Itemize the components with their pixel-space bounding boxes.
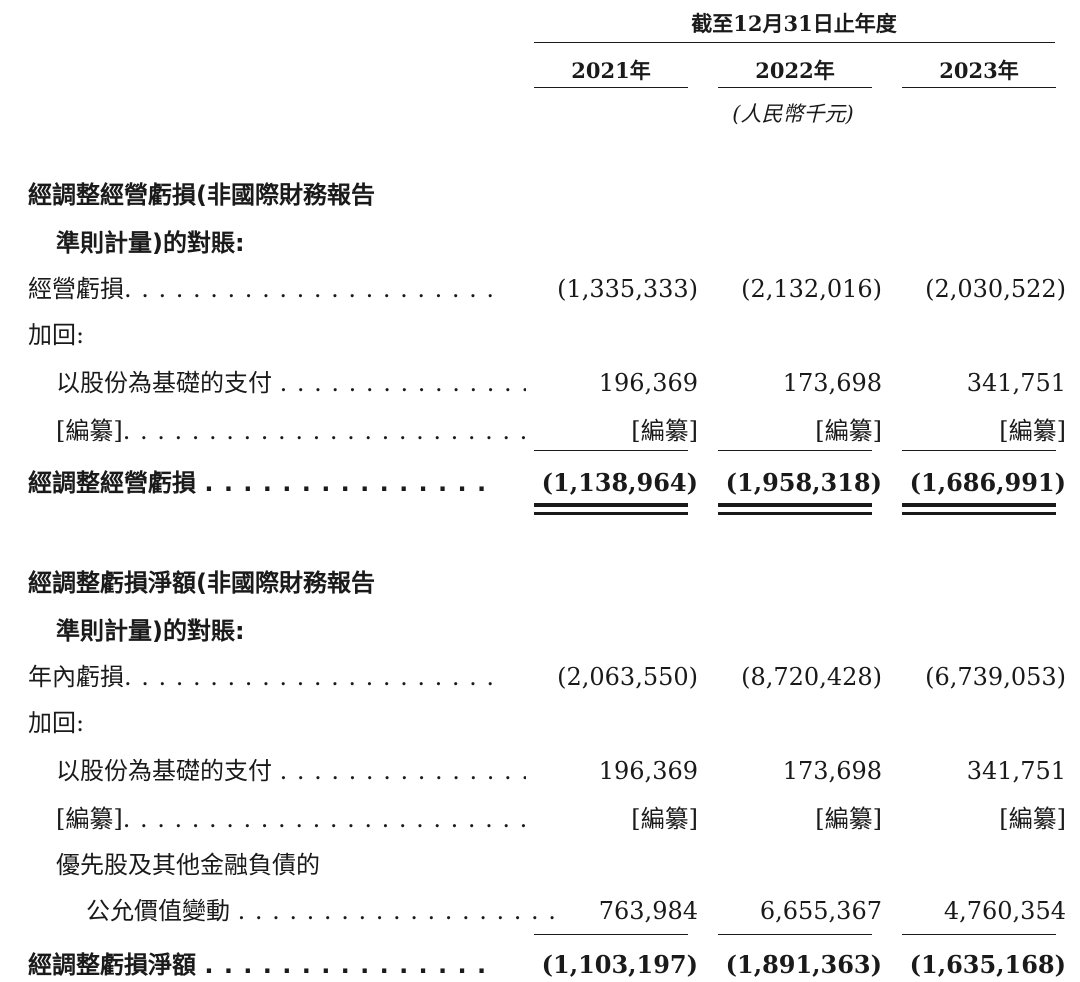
- period-header: 截至12月31日止年度: [691, 11, 897, 36]
- table-row: [編纂]. . . . . . . . . . . . . . . . . . …: [0, 410, 1080, 454]
- row-label: 以股份為基礎的支付 . . . . . . . . . . . . . . . …: [56, 757, 526, 785]
- table-row: 年內虧損. . . . . . . . . . . . . . . . . . …: [0, 656, 1080, 700]
- total-double-rule: [718, 512, 872, 515]
- year-2022-header: 2022年: [755, 58, 835, 83]
- value-2021: [編纂]: [631, 417, 698, 445]
- section-heading: 準則計量)的對賬:: [0, 222, 1080, 266]
- section2-heading-line1: 經調整虧損淨額(非國際財務報告: [28, 569, 375, 597]
- reconciliation-table: 截至12月31日止年度 2021年 2022年 2023年 (人民幣千元) 經調…: [0, 0, 1080, 981]
- subtotal-rule: [718, 450, 872, 451]
- total-row: 經調整虧損淨額 . . . . . . . . . . . . . . . . …: [0, 944, 1080, 981]
- table-row: 公允價值變動 . . . . . . . . . . . . . . . . .…: [0, 890, 1080, 934]
- row-label: 公允價值變動 . . . . . . . . . . . . . . . . .…: [86, 897, 556, 925]
- value-2021: 196,369: [598, 757, 698, 785]
- table-row: 加回:: [0, 314, 1080, 358]
- row-label: [編纂]. . . . . . . . . . . . . . . . . . …: [56, 805, 526, 833]
- unit-label: (人民幣千元): [732, 102, 854, 126]
- value-2023: 4,760,354: [943, 897, 1066, 925]
- value-2022: 6,655,367: [759, 897, 882, 925]
- subtotal-rule: [534, 450, 688, 451]
- row-label: 經調整虧損淨額 . . . . . . . . . . . . . . . . …: [28, 951, 498, 979]
- value-2021: [編纂]: [631, 805, 698, 833]
- value-2022: 173,698: [782, 369, 882, 397]
- total-double-rule: [534, 512, 688, 515]
- value-2022: 173,698: [782, 757, 882, 785]
- table-row: 以股份為基礎的支付 . . . . . . . . . . . . . . . …: [0, 750, 1080, 794]
- row-label: 經營虧損. . . . . . . . . . . . . . . . . . …: [28, 275, 498, 303]
- table-row: 以股份為基礎的支付 . . . . . . . . . . . . . . . …: [0, 362, 1080, 406]
- value-2021: 763,984: [598, 897, 698, 925]
- row-label: 優先股及其他金融負債的: [56, 851, 320, 879]
- value-2022: [編纂]: [815, 417, 882, 445]
- value-2023: 341,751: [966, 369, 1066, 397]
- section1-heading-line2: 準則計量)的對賬:: [56, 229, 245, 257]
- value-2022: (2,132,016): [741, 275, 882, 303]
- subtotal-rule: [902, 450, 1056, 451]
- total-2021: (1,103,197): [541, 950, 698, 979]
- row-label: [編纂]. . . . . . . . . . . . . . . . . . …: [56, 417, 526, 445]
- total-double-rule: [534, 503, 688, 511]
- total-double-rule: [718, 503, 872, 511]
- total-2023: (1,635,168): [909, 950, 1066, 979]
- row-label: 加回:: [28, 709, 85, 737]
- value-2023: [編纂]: [999, 417, 1066, 445]
- subtotal-rule: [902, 934, 1056, 935]
- section1-heading-line1: 經調整經營虧損(非國際財務報告: [28, 181, 375, 209]
- section-heading: 經調整經營虧損(非國際財務報告: [0, 174, 1080, 218]
- value-2021: 196,369: [598, 369, 698, 397]
- year-rule: [534, 87, 688, 88]
- year-rule: [718, 87, 872, 88]
- period-rule: [534, 42, 1055, 43]
- value-2023: [編纂]: [999, 805, 1066, 833]
- year-rule: [902, 87, 1056, 88]
- row-label: 加回:: [28, 321, 85, 349]
- total-2023: (1,686,991): [909, 468, 1066, 497]
- section-heading: 經調整虧損淨額(非國際財務報告: [0, 562, 1080, 606]
- table-row: 優先股及其他金融負債的: [0, 844, 1080, 888]
- row-label: 年內虧損. . . . . . . . . . . . . . . . . . …: [28, 663, 498, 691]
- total-2021: (1,138,964): [541, 468, 698, 497]
- value-2022: [編纂]: [815, 805, 882, 833]
- total-double-rule: [902, 503, 1056, 511]
- total-row: 經調整經營虧損 . . . . . . . . . . . . . . . . …: [0, 462, 1080, 506]
- subtotal-rule: [718, 934, 872, 935]
- row-label: 以股份為基礎的支付 . . . . . . . . . . . . . . . …: [56, 369, 526, 397]
- total-2022: (1,891,363): [725, 950, 882, 979]
- row-label: 經調整經營虧損 . . . . . . . . . . . . . . . . …: [28, 469, 498, 497]
- year-2021-header: 2021年: [571, 58, 651, 83]
- table-row: 加回:: [0, 702, 1080, 746]
- value-2023: 341,751: [966, 757, 1066, 785]
- year-2023-header: 2023年: [939, 58, 1019, 83]
- value-2022: (8,720,428): [741, 663, 882, 691]
- subtotal-rule: [534, 934, 688, 935]
- value-2021: (1,335,333): [557, 275, 698, 303]
- value-2023: (2,030,522): [925, 275, 1066, 303]
- section2-heading-line2: 準則計量)的對賬:: [56, 617, 245, 645]
- table-row: 經營虧損. . . . . . . . . . . . . . . . . . …: [0, 268, 1080, 312]
- table-row: [編纂]. . . . . . . . . . . . . . . . . . …: [0, 798, 1080, 842]
- total-double-rule: [902, 512, 1056, 515]
- total-2022: (1,958,318): [725, 468, 882, 497]
- value-2023: (6,739,053): [925, 663, 1066, 691]
- section-heading: 準則計量)的對賬:: [0, 610, 1080, 654]
- value-2021: (2,063,550): [557, 663, 698, 691]
